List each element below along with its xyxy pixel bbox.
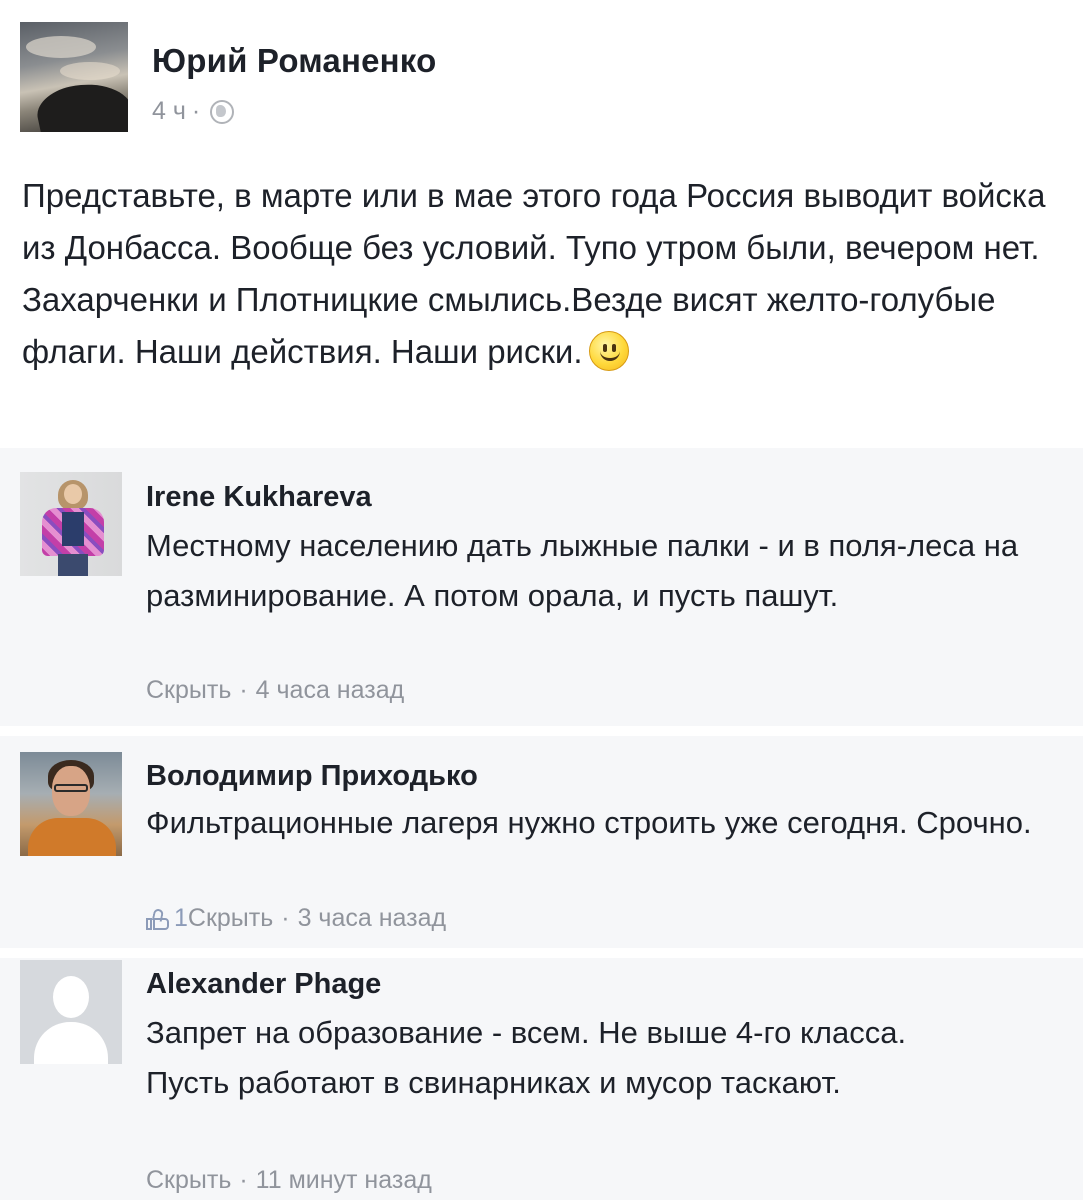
comment-text: Запрет на образование - всем. Не выше 4-… xyxy=(146,1008,1061,1108)
meta-separator: · xyxy=(281,904,290,932)
meta-separator: · xyxy=(191,97,201,125)
comment-text-line: Запрет на образование - всем. Не выше 4-… xyxy=(146,1015,907,1050)
comment-timestamp[interactable]: 4 часа назад xyxy=(256,676,405,705)
post: Юрий Романенко 4 ч · Представьте, в март… xyxy=(0,0,1083,440)
comment-author-name[interactable]: Irene Kukhareva xyxy=(146,481,372,514)
comment-author-name[interactable]: Alexander Phage xyxy=(146,968,381,1001)
comment-text-line: Пусть работают в свинарниках и мусор тас… xyxy=(146,1065,841,1100)
comment-timestamp[interactable]: 11 минут назад xyxy=(256,1166,432,1195)
comment-timestamp[interactable]: 3 часа назад xyxy=(298,904,447,933)
comment-meta: 1 Скрыть · 3 часа назад xyxy=(146,904,446,933)
post-body: Представьте, в марте или в мае этого год… xyxy=(22,170,1067,378)
avatar[interactable] xyxy=(20,752,122,856)
post-meta: 4 ч · xyxy=(152,97,235,126)
like-count[interactable]: 1 xyxy=(174,904,188,933)
avatar[interactable] xyxy=(20,472,122,576)
comment-text: Местному населению дать лыжные палки - и… xyxy=(146,528,1019,613)
author-avatar[interactable] xyxy=(20,22,128,132)
smiley-icon xyxy=(588,331,629,371)
post-author-name[interactable]: Юрий Романенко xyxy=(152,42,436,80)
hide-link[interactable]: Скрыть xyxy=(146,1166,231,1195)
post-text: Представьте, в марте или в мае этого год… xyxy=(22,177,1046,370)
globe-icon[interactable] xyxy=(210,99,235,124)
hide-link[interactable]: Скрыть xyxy=(146,676,231,705)
divider xyxy=(0,948,1083,958)
comment-meta: Скрыть · 4 часа назад xyxy=(146,676,404,705)
comment-meta: Скрыть · 11 минут назад xyxy=(146,1166,432,1195)
comment: Alexander Phage Запрет на образование - … xyxy=(0,958,1083,1200)
meta-separator: · xyxy=(239,676,248,704)
divider xyxy=(0,726,1083,736)
comment: Irene Kukhareva Местному населению дать … xyxy=(0,448,1083,726)
meta-separator: · xyxy=(239,1166,248,1194)
hide-link[interactable]: Скрыть xyxy=(188,904,273,933)
comment-author-name[interactable]: Володимир Приходько xyxy=(146,760,478,793)
like-icon[interactable] xyxy=(146,907,170,930)
post-timestamp[interactable]: 4 ч xyxy=(152,97,186,126)
comment: Володимир Приходько Фильтрационные лагер… xyxy=(0,736,1083,948)
avatar[interactable] xyxy=(20,960,122,1064)
comment-text: Фильтрационные лагеря нужно строить уже … xyxy=(146,805,1032,840)
comments-section: Irene Kukhareva Местному населению дать … xyxy=(0,448,1083,1200)
